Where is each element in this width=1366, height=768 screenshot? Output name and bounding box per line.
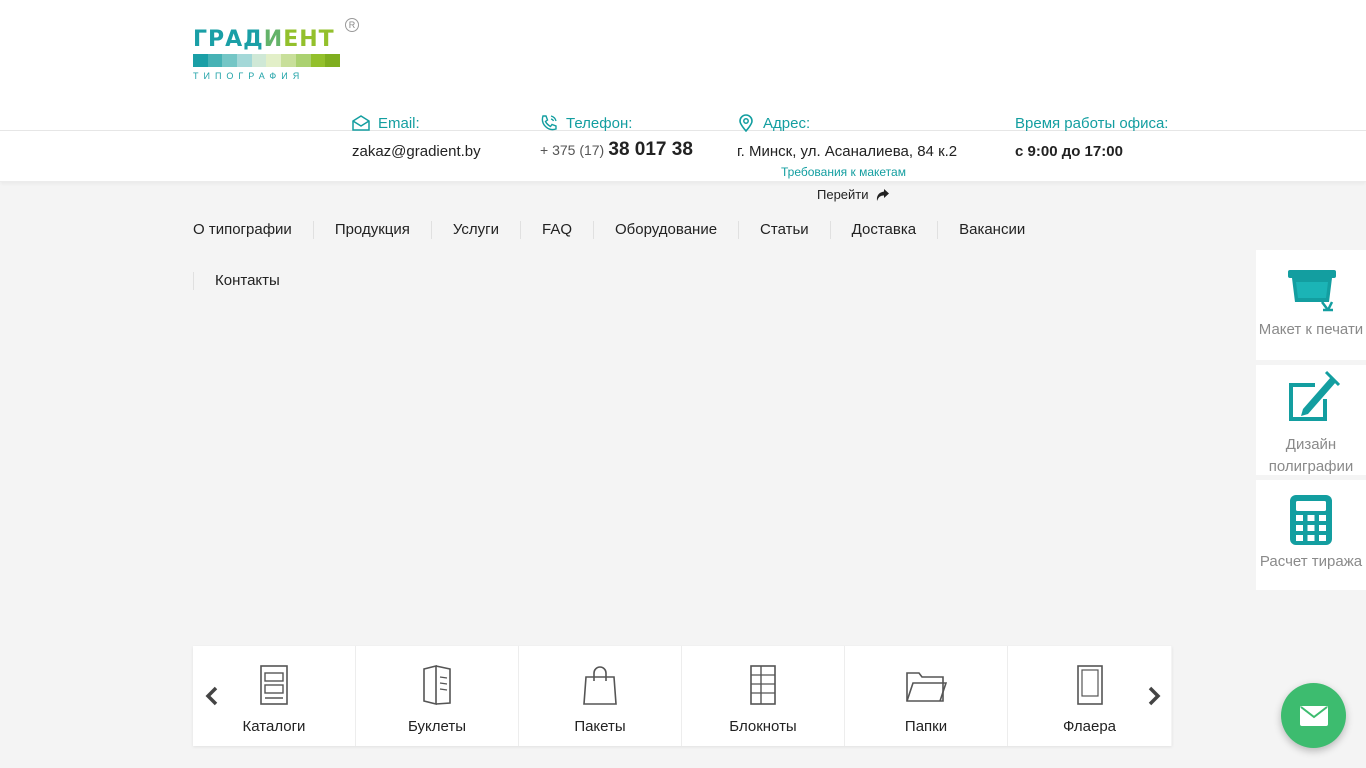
address-label: Адрес: [763, 114, 811, 132]
notebook-icon [750, 665, 776, 705]
nav-item[interactable]: Контакты [193, 272, 301, 290]
product-card-notebooks[interactable]: Блокноты [682, 646, 845, 746]
phone-number: 38 017 38 [608, 139, 693, 160]
phone-value[interactable]: + 375 (17) 38 017 38 [540, 139, 693, 161]
envelope-icon [1299, 705, 1328, 726]
phone-prefix: + 375 (17) [540, 142, 605, 158]
side-item-label: Расчет тиража [1259, 553, 1363, 570]
calculator-icon [1290, 495, 1332, 545]
contact-address: Адрес: г. Минск, ул. Асаналиева, 84 к.2 [737, 113, 957, 160]
phone-icon [541, 115, 557, 131]
goto-label: Перейти [817, 187, 869, 202]
logo-bar-segment [251, 54, 267, 67]
nav-item[interactable]: Продукция [312, 221, 431, 239]
side-item-calc[interactable]: Расчет тиража [1256, 480, 1366, 590]
nav-item[interactable]: Доставка [829, 221, 937, 239]
product-card-folders[interactable]: Папки [845, 646, 1008, 746]
hours-value: с 9:00 до 17:00 [1015, 143, 1123, 160]
design-pen-icon [1289, 370, 1341, 421]
product-label: Блокноты [729, 718, 797, 735]
product-label: Каталоги [242, 718, 306, 735]
nav-row-1: О типографии Продукция Услуги FAQ Оборудован… [193, 215, 1073, 245]
bag-icon [583, 666, 617, 705]
logo-bar-segment [281, 54, 296, 67]
logo-bar-segment [295, 54, 311, 67]
hours-label: Время работы офиса: [1015, 114, 1169, 132]
side-item-label: Макет к печати [1258, 321, 1364, 338]
catalog-icon [260, 665, 288, 705]
nav-item[interactable]: О типографии [193, 221, 313, 239]
contact-phone: Телефон: + 375 (17) 38 017 38 [540, 113, 693, 161]
envelope-icon [352, 115, 370, 131]
logo-word: ГРАДИЕНТ [193, 27, 335, 52]
email-value[interactable]: zakaz@gradient.by [352, 143, 481, 160]
logo-bar-segment [266, 54, 282, 67]
logo-bar-segment [325, 54, 340, 67]
product-label: Папки [904, 718, 948, 735]
product-label: Флаера [1062, 718, 1117, 735]
nav-item[interactable]: Услуги [430, 221, 520, 239]
goto-link[interactable]: Перейти [817, 187, 890, 202]
product-label: Пакеты [574, 718, 626, 735]
product-label: Буклеты [408, 718, 466, 735]
booklet-icon [423, 664, 451, 706]
logo-bar-segment [310, 54, 326, 67]
side-item-design[interactable]: Дизайн полиграфии [1256, 365, 1366, 475]
product-card-booklets[interactable]: Буклеты [356, 646, 519, 746]
phone-label: Телефон: [566, 114, 633, 132]
side-panel: Макет к печати Дизайн полиграфии Расчет … [1256, 250, 1366, 595]
email-label: Email: [378, 114, 420, 132]
flyer-icon [1076, 665, 1103, 705]
contact-hours: Время работы офиса: с 9:00 до 17:00 [1015, 113, 1169, 161]
nav-item[interactable]: FAQ [520, 221, 593, 239]
logo-bar-segment [222, 54, 238, 67]
nav-item[interactable]: Статьи [738, 221, 830, 239]
logo-bar-segment [193, 54, 208, 67]
logo-bar-segment [207, 54, 223, 67]
logo-color-bar [193, 54, 340, 67]
side-item-print-layout[interactable]: Макет к печати [1256, 250, 1366, 360]
product-carousel: Каталоги Буклеты Пакеты Блокноты Папки Ф… [193, 646, 1172, 746]
mail-fab-button[interactable] [1281, 683, 1346, 748]
registered-mark: R [345, 18, 359, 32]
contact-email: Email: zakaz@gradient.by [352, 113, 481, 161]
nav-item[interactable]: Оборудование [593, 221, 738, 239]
share-arrow-icon [876, 188, 889, 201]
logo[interactable]: ГРАДИЕНТ R ТИПОГРАФИЯ [193, 18, 363, 84]
logo-subtitle: ТИПОГРАФИЯ [193, 71, 305, 81]
address-value: г. Минск, ул. Асаналиева, 84 к.2 [737, 143, 958, 160]
logo-bar-segment [237, 54, 252, 67]
nav-row-2: Контакты [193, 266, 1073, 296]
nav-item[interactable]: Вакансии [937, 221, 1046, 239]
requirements-link[interactable]: Требования к макетам [781, 165, 906, 179]
product-card-bags[interactable]: Пакеты [519, 646, 682, 746]
printer-icon [1288, 270, 1336, 312]
main-nav: О типографии Продукция Услуги FAQ Оборудован… [193, 215, 1073, 317]
folder-icon [906, 672, 948, 702]
carousel-prev-arrow[interactable] [203, 686, 223, 706]
side-item-label: Дизайн полиграфии [1268, 436, 1354, 475]
map-pin-icon [739, 114, 753, 132]
carousel-next-arrow[interactable] [1143, 686, 1163, 706]
